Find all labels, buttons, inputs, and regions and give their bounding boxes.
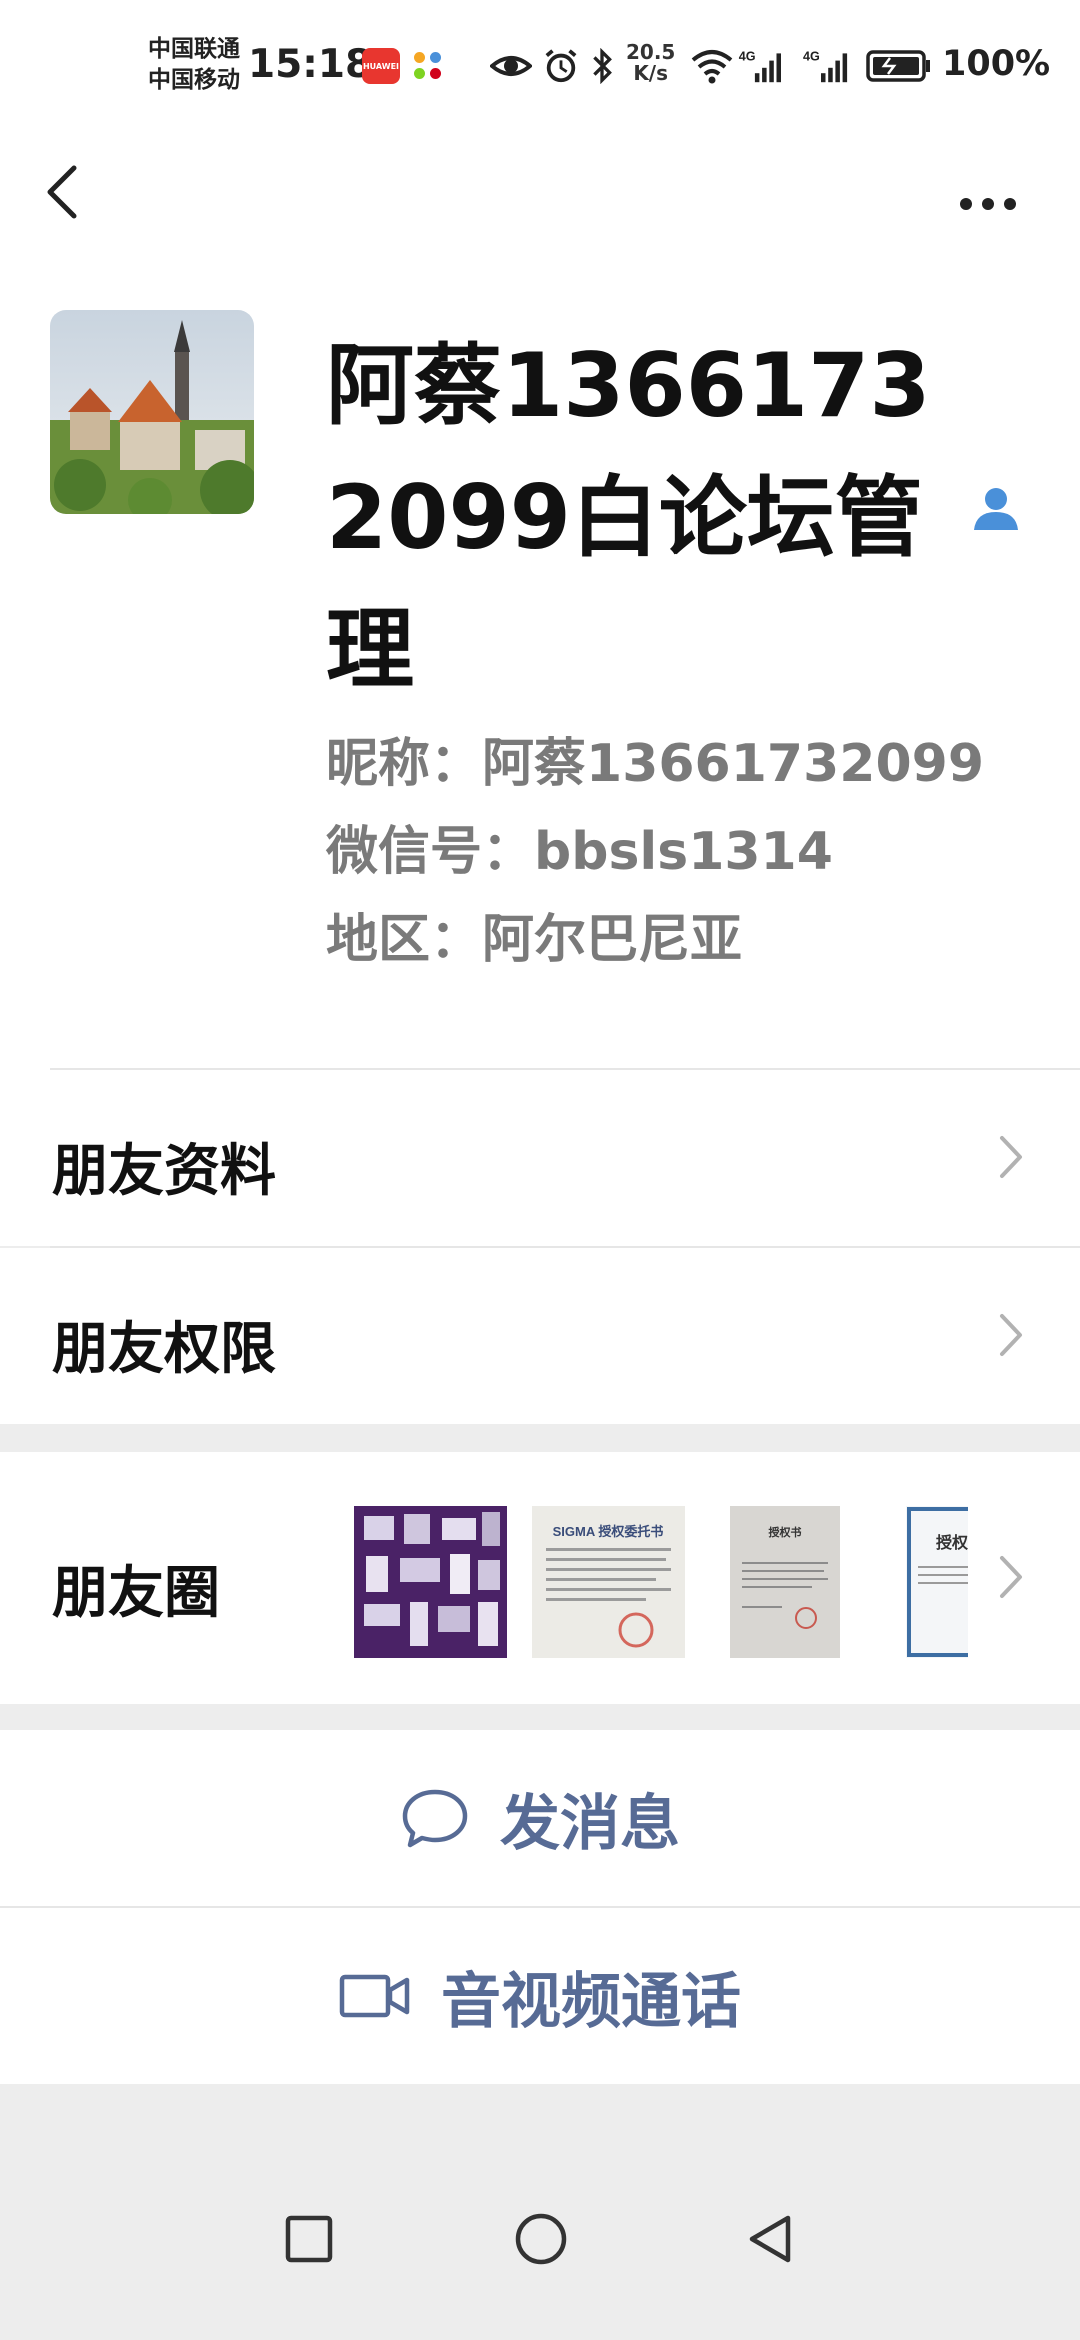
profile-card: 阿蔡13661732099白论坛管理 昵称：阿蔡13661732099 微信号：… <box>0 250 1080 1070</box>
battery-icon <box>866 50 930 82</box>
wechat-id-value: bbsls1314 <box>534 822 833 882</box>
profile-details: 昵称：阿蔡13661732099 微信号：bbsls1314 地区：阿尔巴尼亚 <box>326 720 984 984</box>
avatar[interactable] <box>50 310 254 514</box>
video-camera-icon <box>339 1974 410 2018</box>
nickname-row: 昵称：阿蔡13661732099 <box>326 720 984 808</box>
moments-thumbnail: 授权书 <box>730 1506 840 1658</box>
moments-thumbnail: 授权 <box>906 1506 968 1658</box>
thumb-3-title: 授权书 <box>769 1525 802 1539</box>
video-call-button[interactable]: 音视频通话 <box>0 1908 1080 2084</box>
wifi-icon <box>691 50 733 84</box>
more-button[interactable] <box>948 150 1028 230</box>
recent-apps-icon[interactable] <box>284 2214 334 2264</box>
friend-info-row[interactable]: 朋友资料 <box>0 1070 1080 1246</box>
send-message-label: 发消息 <box>500 1788 680 1859</box>
nav-bar <box>0 130 1080 250</box>
thumb-4-title: 授权 <box>936 1533 968 1552</box>
region-label: 地区： <box>326 910 483 970</box>
more-horizontal-icon <box>960 198 1016 210</box>
region-value: 阿尔巴尼亚 <box>482 910 743 970</box>
moments-photo-certificate: SIGMA 授权委托书 <box>532 1506 685 1658</box>
alarm-icon <box>545 49 577 83</box>
carrier-2: 中国移动 <box>148 67 240 93</box>
system-navigation-bar <box>0 2160 1080 2340</box>
back-nav-icon[interactable] <box>744 2212 794 2266</box>
thumb-2-title: SIGMA 授权委托书 <box>553 1524 664 1539</box>
status-bar: 中国联通 中国移动 15:18 HUAWEI 20.5 K/s 4G 4G 10… <box>0 0 1080 130</box>
friend-info-label: 朋友资料 <box>52 1139 276 1204</box>
moments-photo-authorization: 授权书 <box>730 1506 840 1658</box>
chevron-left-icon <box>47 165 77 219</box>
bluetooth-icon <box>593 48 612 84</box>
battery-percent: 100% <box>942 44 1051 84</box>
back-button[interactable] <box>36 150 96 230</box>
signal-icon: 4G <box>739 50 781 83</box>
region-row: 地区：阿尔巴尼亚 <box>326 896 984 984</box>
signal-1-label: 4G <box>739 50 756 64</box>
net-speed-value: 20.5 <box>626 40 676 64</box>
nickname-value: 阿蔡13661732099 <box>482 734 985 794</box>
wechat-id-row: 微信号：bbsls1314 <box>326 808 984 896</box>
nickname-label: 昵称： <box>326 734 483 794</box>
friend-permissions-row[interactable]: 朋友权限 <box>0 1248 1080 1424</box>
colorful-app-icon <box>414 52 444 82</box>
signal-2-label: 4G <box>803 50 820 64</box>
status-time: 15:18 <box>248 42 373 87</box>
signal-icon-2: 4G <box>803 50 848 83</box>
wechat-id-label: 微信号： <box>326 822 535 882</box>
network-speed: 20.5 K/s <box>626 42 675 84</box>
carrier-1: 中国联通 <box>148 36 240 62</box>
avatar-image <box>50 310 254 514</box>
chevron-right-icon <box>1000 1314 1022 1356</box>
net-speed-unit: K/s <box>633 61 669 85</box>
moments-photo-certificate-partial: 授权 <box>906 1506 968 1658</box>
contact-person-icon <box>974 488 1018 530</box>
chevron-right-icon <box>1000 1136 1022 1178</box>
eye-icon <box>490 56 532 76</box>
send-message-button[interactable]: 发消息 <box>0 1730 1080 1906</box>
friend-permissions-label: 朋友权限 <box>52 1317 276 1382</box>
moments-thumbnail <box>354 1506 507 1658</box>
video-call-label: 音视频通话 <box>441 1966 741 2037</box>
huawei-app-icon: HUAWEI <box>362 48 400 84</box>
home-icon[interactable] <box>514 2212 568 2266</box>
remark-name: 阿蔡13661732099白论坛管理 <box>326 334 931 701</box>
carrier-labels: 中国联通 中国移动 <box>148 34 240 96</box>
chat-bubble-icon <box>402 1789 468 1848</box>
moments-label: 朋友圈 <box>52 1561 220 1626</box>
moments-thumbnail: SIGMA 授权委托书 <box>532 1506 685 1658</box>
chevron-right-icon <box>1000 1556 1022 1598</box>
moments-row[interactable]: 朋友圈 SIGMA 授权委托书 授权书 授权 <box>0 1452 1080 1704</box>
moments-photo-products <box>354 1506 507 1658</box>
